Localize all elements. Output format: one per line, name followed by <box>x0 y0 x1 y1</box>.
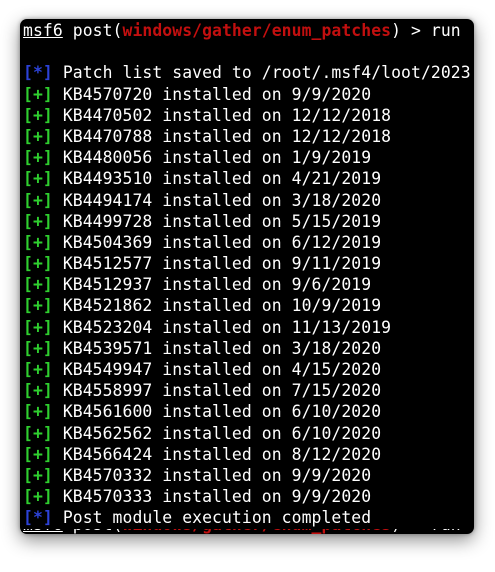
saved-line: [*] Patch list saved to /root/.msf4/loot… <box>23 62 474 83</box>
patch-line: [+] KB4480056 installed on 1/9/2019 <box>23 147 474 168</box>
patch-line: [+] KB4512937 installed on 9/6/2019 <box>23 274 474 295</box>
patch-text: KB4539571 installed on 3/18/2020 <box>62 338 382 358</box>
command-line: msf6 post(windows/gather/enum_patches) >… <box>23 20 474 41</box>
command-suffix: ) > run <box>391 21 461 40</box>
patch-line: [+] KB4470788 installed on 12/12/2018 <box>23 126 474 147</box>
patch-text: KB4494174 installed on 3/18/2020 <box>62 190 382 210</box>
patch-line: [+] KB4521862 installed on 10/9/2019 <box>23 295 474 316</box>
patch-line: [+] KB4539571 installed on 3/18/2020 <box>23 338 474 359</box>
success-tag: [+] <box>23 232 53 252</box>
patch-line: [+] KB4512577 installed on 9/11/2019 <box>23 253 474 274</box>
success-tag: [+] <box>23 423 53 443</box>
patch-line: [+] KB4570333 installed on 9/9/2020 <box>23 486 474 507</box>
patch-text: KB4558997 installed on 7/15/2020 <box>62 381 382 401</box>
info-tag: [*] <box>23 508 53 528</box>
patch-text: KB4570332 installed on 9/9/2020 <box>62 465 372 485</box>
success-tag: [+] <box>23 381 53 401</box>
success-tag: [+] <box>23 487 53 507</box>
patch-text: KB4512577 installed on 9/11/2019 <box>62 254 382 274</box>
success-tag: [+] <box>23 275 53 295</box>
msf-prompt: msf6 <box>23 21 63 40</box>
success-tag: [+] <box>23 317 53 337</box>
success-tag: [+] <box>23 338 53 358</box>
patch-line: [+] KB4562562 installed on 6/10/2020 <box>23 423 474 444</box>
patch-text: KB4549947 installed on 4/15/2020 <box>62 360 382 379</box>
saved-message: Patch list saved to /root/.msf4/loot/202… <box>62 63 471 83</box>
success-tag: [+] <box>23 254 53 274</box>
patch-text: KB4570333 installed on 9/9/2020 <box>62 487 372 507</box>
success-tag: [+] <box>23 126 53 146</box>
terminal-window[interactable]: msf6 post(windows/gather/enum_patches) >… <box>20 19 474 534</box>
patch-line: [+] KB4558997 installed on 7/15/2020 <box>23 380 474 401</box>
success-tag: [+] <box>23 402 53 422</box>
patch-list: [+] KB4570720 installed on 9/9/2020 [+] K… <box>23 84 474 508</box>
patch-text: KB4493510 installed on 4/21/2019 <box>62 169 382 189</box>
patch-line: [+] KB4570720 installed on 9/9/2020 <box>23 84 474 105</box>
patch-line: [+] KB4494174 installed on 3/18/2020 <box>23 190 474 211</box>
success-tag: [+] <box>23 84 53 104</box>
patch-text: KB4470788 installed on 12/12/2018 <box>62 126 392 146</box>
patch-text: KB4570720 installed on 9/9/2020 <box>62 84 372 104</box>
patch-text: KB4480056 installed on 1/9/2019 <box>62 148 372 168</box>
patch-text: KB4521862 installed on 10/9/2019 <box>62 296 382 316</box>
patch-line: [+] KB4566424 installed on 8/12/2020 <box>23 444 474 465</box>
command-word: post( <box>72 21 123 40</box>
patch-text: KB4566424 installed on 8/12/2020 <box>62 444 382 464</box>
success-tag: [+] <box>23 169 53 189</box>
success-tag: [+] <box>23 296 53 316</box>
patch-text: KB4523204 installed on 11/13/2019 <box>62 317 392 337</box>
success-tag: [+] <box>23 148 53 168</box>
patch-text: KB4512937 installed on 9/6/2019 <box>62 275 372 295</box>
success-tag: [+] <box>23 105 53 125</box>
terminal-output: msf6 post(windows/gather/enum_patches) >… <box>23 20 474 529</box>
patch-line: [+] KB4499728 installed on 5/15/2019 <box>23 211 474 232</box>
success-tag: [+] <box>23 360 53 379</box>
next-prompt-partial: msf6 post(windows/gather/enum_patches) >… <box>23 529 461 534</box>
patch-line: [+] KB4570332 installed on 9/9/2020 <box>23 465 474 486</box>
patch-text: KB4470502 installed on 12/12/2018 <box>62 105 392 125</box>
patch-text: KB4561600 installed on 6/10/2020 <box>62 402 382 422</box>
patch-line: [+] KB4549947 installed on 4/15/2020 <box>23 359 474 380</box>
success-tag: [+] <box>23 211 53 231</box>
patch-text: KB4499728 installed on 5/15/2019 <box>62 211 382 231</box>
patch-line: [+] KB4523204 installed on 11/13/2019 <box>23 317 474 338</box>
success-tag: [+] <box>23 465 53 485</box>
patch-line: [+] KB4493510 installed on 4/21/2019 <box>23 168 474 189</box>
patch-line: [+] KB4504369 installed on 6/12/2019 <box>23 232 474 253</box>
module-path: windows/gather/enum_patches <box>122 21 392 40</box>
success-tag: [+] <box>23 190 53 210</box>
completed-line: [*] Post module execution completed <box>23 507 474 528</box>
patch-line: [+] KB4470502 installed on 12/12/2018 <box>23 105 474 126</box>
success-tag: [+] <box>23 444 53 464</box>
patch-text: KB4504369 installed on 6/12/2019 <box>62 232 382 252</box>
info-tag: [*] <box>23 63 53 83</box>
patch-text: KB4562562 installed on 6/10/2020 <box>62 423 382 443</box>
completed-message: Post module execution completed <box>62 508 372 528</box>
patch-line: [+] KB4561600 installed on 6/10/2020 <box>23 401 474 422</box>
